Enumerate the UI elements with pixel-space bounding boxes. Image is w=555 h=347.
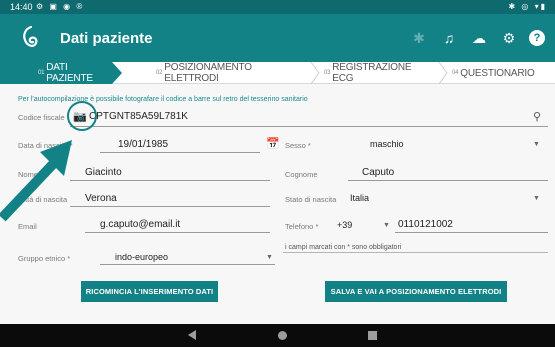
data-nascita-field[interactable]: 19/01/1985 <box>118 139 168 150</box>
required-fields-note: i campi marcati con * sono obbligatori <box>285 244 402 251</box>
tab-label: POSIZIONAMENTO ELETTRODI <box>164 62 252 84</box>
tab-questionario[interactable]: 04 QUESTIONARIO <box>452 62 542 84</box>
status-bar: 14:40 ⚙ ▣ ◉ ® ✱ ◎ ▾▮ <box>0 0 555 14</box>
gruppo-etnico-underline <box>100 264 275 265</box>
status-notification-icons: ⚙ ▣ ◉ ® <box>36 2 85 11</box>
restart-data-entry-button[interactable]: RICOMINCIA L'INSERIMENTO DATI <box>81 281 218 302</box>
home-icon[interactable] <box>278 331 287 340</box>
save-and-next-button[interactable]: SALVA E VAI A POSIZIONAMENTO ELETTRODI <box>325 281 507 302</box>
status-time: 14:40 <box>10 2 33 12</box>
chevron-down-icon[interactable]: ▼ <box>533 195 540 202</box>
calendar-icon[interactable]: 📅 <box>266 137 280 150</box>
telefono-prefix-select[interactable]: +39 <box>337 220 352 230</box>
cognome-label: Cognome <box>285 170 318 179</box>
tab-separator-icon <box>310 62 320 84</box>
bluetooth-icon[interactable]: ✱ <box>409 28 429 48</box>
codice-fiscale-field[interactable]: CPTGNT85A59L781K <box>89 111 188 122</box>
tab-separator-icon <box>438 62 448 84</box>
tab-number: 03 <box>324 70 331 76</box>
tab-number: 02 <box>156 70 163 76</box>
gruppo-etnico-select[interactable]: indo-europeo <box>115 252 168 262</box>
tablet-screen: 14:40 ⚙ ▣ ◉ ® ✱ ◎ ▾▮ Dati paziente ✱ ♫ ☁… <box>0 0 555 347</box>
stato-nascita-select[interactable]: Italia <box>350 193 369 203</box>
sesso-select[interactable]: maschio <box>370 139 404 149</box>
data-nascita-underline <box>100 152 260 153</box>
headphones-icon[interactable]: ♫ <box>439 28 459 48</box>
email-underline <box>85 232 270 233</box>
codice-fiscale-underline <box>70 126 548 127</box>
annotation-arrow-icon <box>0 140 72 222</box>
required-note-underline <box>283 252 548 253</box>
app-bar: Dati paziente ✱ ♫ ☁ ⚙ ? <box>0 14 555 62</box>
tab-label: DATI PAZIENTE <box>46 62 93 84</box>
email-field[interactable]: g.caputo@email.it <box>100 219 180 230</box>
gruppo-etnico-label: Gruppo etnico * <box>18 254 71 263</box>
citta-nascita-underline <box>70 206 270 207</box>
recent-apps-icon[interactable] <box>368 331 377 340</box>
tab-label: REGISTRAZIONE ECG <box>332 62 412 84</box>
autofill-hint: Per l'autocompilazione è possibile fotog… <box>18 96 308 103</box>
step-tabs: 01 DATI PAZIENTE 02 POSIZIONAMENTO ELETT… <box>0 62 555 84</box>
stato-nascita-label: Stato di nascita <box>285 195 337 204</box>
app-logo-icon <box>23 25 38 47</box>
gear-icon[interactable]: ⚙ <box>499 28 519 48</box>
tab-dati-paziente[interactable]: 01 DATI PAZIENTE <box>0 62 122 84</box>
tab-number: 04 <box>452 70 459 76</box>
search-icon[interactable]: ⚲ <box>533 110 541 123</box>
cloud-sync-icon[interactable]: ☁ <box>469 28 489 48</box>
tab-number: 01 <box>38 70 45 76</box>
telefono-label: Telefono * <box>285 222 319 231</box>
back-icon[interactable] <box>188 330 196 340</box>
tab-label: QUESTIONARIO <box>460 67 535 79</box>
tab-registrazione-ecg[interactable]: 03 REGISTRAZIONE ECG <box>324 62 434 84</box>
cognome-field[interactable]: Caputo <box>362 167 394 178</box>
chevron-down-icon[interactable]: ▼ <box>266 254 273 261</box>
tab-posizionamento-elettrodi[interactable]: 02 POSIZIONAMENTO ELETTRODI <box>156 62 306 84</box>
page-title: Dati paziente <box>60 30 153 47</box>
nome-underline <box>70 180 270 181</box>
android-navigation-bar <box>0 324 555 347</box>
sesso-label: Sesso * <box>285 141 311 150</box>
telefono-underline <box>395 232 548 233</box>
chevron-down-icon[interactable]: ▼ <box>383 222 390 229</box>
help-icon[interactable]: ? <box>529 30 545 46</box>
telefono-field[interactable]: 0110121002 <box>398 219 453 230</box>
cognome-underline <box>348 180 548 181</box>
chevron-down-icon[interactable]: ▼ <box>533 141 540 148</box>
status-system-icons: ✱ ◎ ▾▮ <box>508 2 547 11</box>
app-bar-actions: ✱ ♫ ☁ ⚙ ? <box>409 28 545 48</box>
